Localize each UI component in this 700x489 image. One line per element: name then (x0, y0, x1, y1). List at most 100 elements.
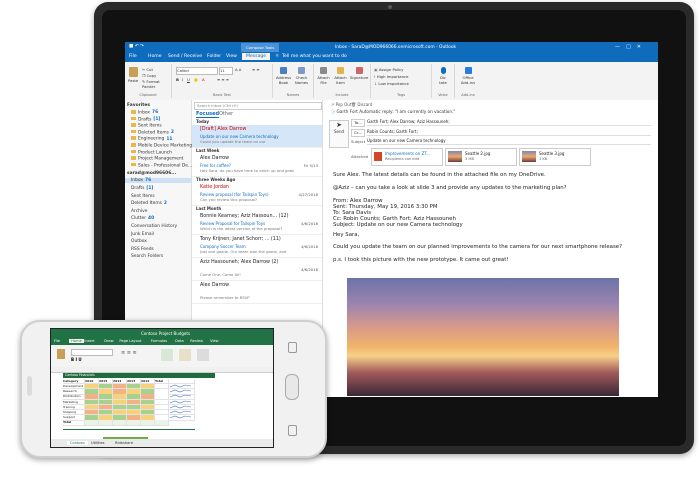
folder-item[interactable]: Sales - Professional De... (131, 162, 192, 168)
font-select[interactable]: Calibri (176, 67, 218, 75)
tab-data[interactable]: Data (175, 339, 184, 343)
tab-home[interactable]: Home (148, 54, 162, 59)
bold-button[interactable]: B I U (71, 357, 82, 362)
assign-policy-button[interactable]: ▣ Assign Policy (374, 67, 403, 72)
save-icon[interactable]: ■ ↶ ↷ (129, 44, 144, 49)
dictate-button[interactable]: Dic tate (436, 67, 450, 85)
attachment-image-2[interactable]: Seattle 3.jpg 1 KB (519, 148, 591, 166)
tab-file[interactable]: File (129, 54, 137, 59)
list-group-header[interactable]: Last Week (196, 148, 219, 153)
tab-view[interactable]: View (210, 339, 219, 343)
window-controls[interactable]: —□✕ (615, 44, 647, 50)
recent-apps-button[interactable] (288, 425, 297, 436)
tab-draw[interactable]: Draw (104, 339, 113, 343)
table-format-icon[interactable] (179, 349, 191, 361)
tab-send-receive[interactable]: Send / Receive (168, 54, 202, 59)
tab-file[interactable]: File (54, 339, 60, 343)
tab-home[interactable]: Home (69, 339, 84, 343)
address-book-button[interactable]: Address Book (276, 67, 291, 85)
tab-folder[interactable]: Folder (207, 54, 221, 59)
tab-other[interactable]: Other (219, 111, 233, 117)
highlight-icon[interactable]: ■ (194, 77, 198, 82)
folder-item[interactable]: Inbox 76 (125, 178, 191, 184)
to-button[interactable]: To... (351, 119, 365, 127)
copy-button[interactable]: ❐ Copy (142, 73, 156, 78)
font-grow-icon[interactable]: A A (235, 67, 241, 72)
folder-item[interactable]: Product Launch (131, 149, 172, 155)
folder-item[interactable]: Engineering 11 (131, 136, 172, 142)
to-field[interactable]: Garth Fort; Alex Darrow; Aziz Hassouneh; (367, 119, 651, 126)
home-button[interactable] (285, 374, 299, 400)
folder-item[interactable]: Drafts [1] (131, 116, 160, 122)
attach-file-button[interactable]: Attach File (316, 67, 331, 85)
underline-button[interactable]: U (187, 77, 190, 82)
attach-item-button[interactable]: Attach Item (333, 67, 348, 85)
list-item[interactable]: Tony Krijnen; Janet Schorr; ... (11) Comp… (192, 235, 322, 258)
folder-item[interactable]: RSS Feeds (131, 247, 154, 252)
align-icons[interactable]: ≡ ≡ ≡ (217, 77, 229, 82)
list-group-header[interactable]: Three Weeks Ago (196, 177, 235, 182)
list-item[interactable]: Katie Jordan Review proposal (for Tailspi… (192, 183, 322, 206)
attachment-ppt[interactable]: Improvements on ZT... Recipients can edi… (371, 148, 443, 166)
folder-item[interactable]: Drafts [1] (131, 186, 153, 191)
folder-item[interactable]: Outbox (131, 239, 147, 244)
italic-button[interactable]: I (182, 77, 183, 82)
folder-item[interactable]: Inbox 76 (131, 110, 158, 115)
cc-button[interactable]: Cc... (351, 129, 365, 137)
signature-button[interactable]: Signature (350, 67, 368, 80)
list-icon[interactable]: ≡ ≡ (252, 67, 260, 72)
list-item[interactable]: Alex Darrow Please remember to RSVP (192, 281, 322, 304)
tab-view[interactable]: View (226, 54, 237, 59)
format-painter-button[interactable]: ✎ Format Painter (142, 79, 171, 89)
font-select[interactable] (71, 349, 113, 356)
send-button[interactable]: ➤ Send (329, 120, 349, 148)
align-icons[interactable]: ≡ ≡ ≡ (121, 350, 137, 356)
low-importance-button[interactable]: ↓ Low Importance (374, 81, 409, 86)
list-item[interactable]: Alex Darrow Free for coffee? Hey Sara, do … (192, 154, 322, 177)
search-input[interactable]: Search Inbox (Ctrl+E) (194, 102, 322, 110)
folder-item[interactable]: Archive (131, 209, 147, 214)
folder-item[interactable]: Deleted Items 2 (131, 129, 174, 135)
font-color-icon[interactable]: A (202, 77, 205, 82)
folder-item[interactable]: Search Folders (131, 254, 163, 259)
paste-icon[interactable] (57, 349, 65, 359)
data-cell[interactable] (85, 420, 99, 426)
tab-formulas[interactable]: Formulas (151, 339, 167, 343)
list-group-header[interactable]: Last Month (196, 206, 221, 211)
paste-button[interactable]: Paste (128, 67, 138, 83)
sheet-tab[interactable]: Contoso (67, 441, 88, 445)
cc-field[interactable]: Robin Counts; Garth Fort; (367, 129, 651, 136)
data-cell[interactable] (127, 420, 141, 426)
folder-item[interactable]: Clutter 40 (131, 216, 154, 221)
list-item[interactable]: [Draft] Alex Darrow Update on our new Cam… (192, 125, 322, 148)
sheet-tab[interactable]: Utilities (91, 441, 105, 445)
tab-review[interactable]: Review (190, 339, 203, 343)
check-names-button[interactable]: Check Names (294, 67, 309, 85)
data-cell[interactable] (141, 420, 155, 426)
tab-focused[interactable]: Focused (196, 111, 220, 118)
folder-item[interactable]: Sent Items (131, 123, 162, 128)
high-importance-button[interactable]: ! High Importance (374, 74, 408, 79)
font-size-select[interactable]: 11 (219, 67, 233, 75)
folder-item[interactable]: Junk Email (131, 232, 154, 237)
folder-item[interactable]: Deleted Items 2 (131, 201, 167, 206)
folder-item[interactable]: Sent Items (131, 194, 155, 199)
favorites-header[interactable]: Favorites (127, 103, 150, 108)
list-item[interactable]: Bonnie Kearney; Aziz Hassoun... (12) Revi… (192, 212, 322, 235)
folder-item[interactable]: Project Management (131, 156, 183, 161)
sheet-tab[interactable]: Rideshare (115, 441, 133, 445)
discard-button[interactable]: 🗑 Discard (351, 102, 372, 107)
tab-insert[interactable]: Insert (84, 339, 94, 343)
attachment-image-1[interactable]: Seattle 2.jpg 3 MB (445, 148, 517, 166)
tab-message[interactable]: Message (242, 53, 271, 60)
cut-button[interactable]: ✂ Cut (142, 67, 153, 72)
folder-item[interactable]: Mobile Device Marketing (131, 143, 192, 148)
tell-me-search[interactable]: Tell me what you want to do (282, 54, 347, 59)
office-addins-button[interactable]: Office Add-ins (459, 67, 477, 85)
data-cell[interactable] (155, 420, 169, 426)
worksheet[interactable]: Contoso Financials Category 2016 2015 2014 20… (51, 367, 273, 439)
popout-button[interactable]: ↗ Pop Out (331, 102, 351, 107)
cell-styles-icon[interactable] (197, 349, 209, 361)
bold-button[interactable]: B (176, 77, 179, 82)
back-button[interactable] (288, 342, 297, 353)
